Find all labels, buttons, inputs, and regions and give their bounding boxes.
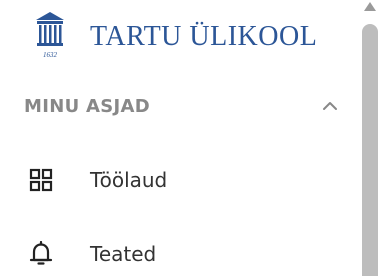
- chevron-up-icon[interactable]: [320, 96, 340, 116]
- university-name: TARTU ÜLIKOOL: [90, 21, 318, 52]
- university-logo[interactable]: 1632 TARTU ÜLIKOOL: [36, 12, 317, 60]
- founding-year: 1632: [43, 51, 58, 59]
- sidebar: 1632 TARTU ÜLIKOOL MINU ASJAD Töölaud Te…: [0, 0, 380, 276]
- university-building-icon: 1632: [36, 12, 64, 59]
- section-title: MINU ASJAD: [24, 95, 151, 117]
- scrollbar-thumb[interactable]: [362, 24, 378, 276]
- nav-item-label: Töölaud: [90, 168, 168, 192]
- nav-item-label: Teated: [90, 242, 157, 266]
- section-header-my-things[interactable]: MINU ASJAD: [24, 92, 340, 120]
- nav-item-notifications[interactable]: Teated: [28, 234, 156, 274]
- scroll-up-icon[interactable]: [364, 2, 376, 11]
- dashboard-grid-icon: [28, 167, 54, 193]
- bell-icon: [28, 241, 54, 267]
- nav-item-dashboard[interactable]: Töölaud: [28, 160, 167, 200]
- vertical-scrollbar[interactable]: [360, 0, 380, 276]
